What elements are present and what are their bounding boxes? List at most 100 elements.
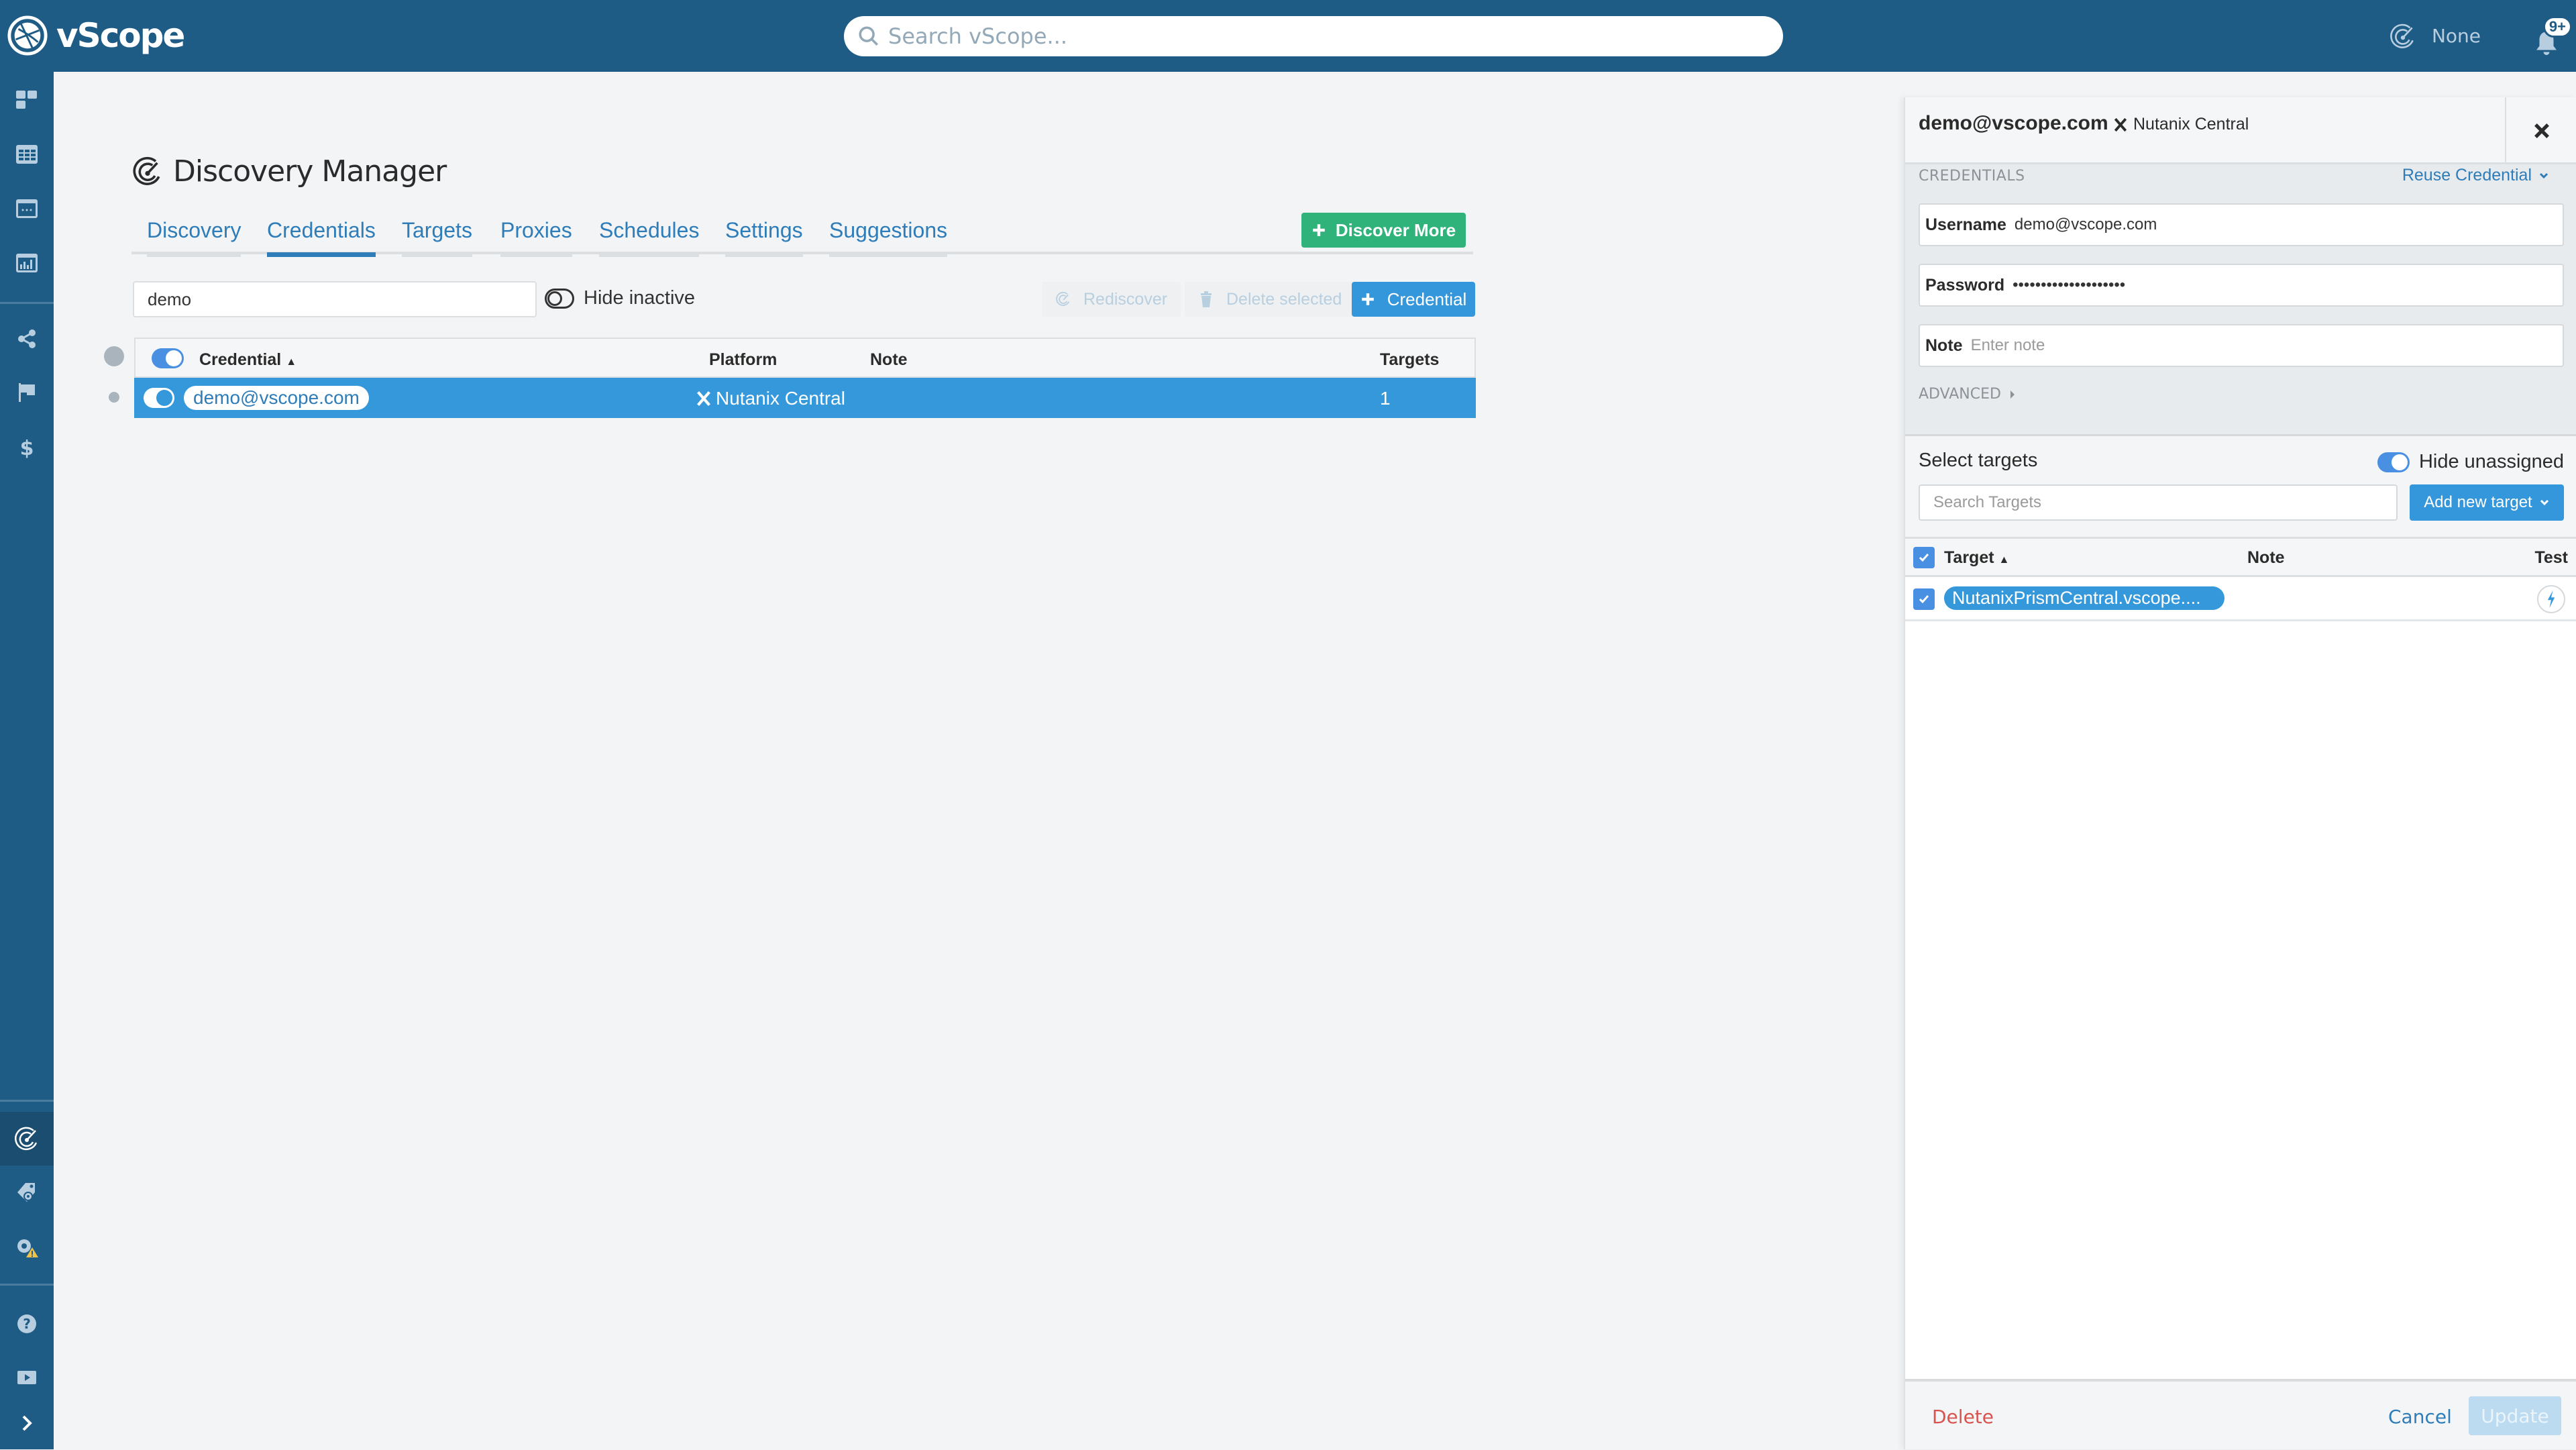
targets-section: Select targets Hide unassigned Add new t… — [1905, 434, 2576, 1379]
hide-inactive-toggle[interactable]: Hide inactive — [545, 287, 695, 309]
target-checkbox[interactable] — [1913, 588, 1935, 610]
tab-schedules[interactable]: Schedules — [599, 218, 700, 257]
global-search[interactable] — [844, 16, 1783, 56]
tab-settings[interactable]: Settings — [725, 218, 803, 257]
row-indicator[interactable] — [109, 392, 119, 403]
sidebar-expand-button[interactable] — [0, 1396, 54, 1450]
column-header-note[interactable]: Note — [870, 350, 908, 370]
advanced-toggle[interactable]: ADVANCED — [1919, 386, 2016, 403]
credentials-table: Credential ▲ Platform Note Targets demo@… — [134, 338, 1476, 418]
hide-unassigned-toggle[interactable]: Hide unassigned — [2377, 451, 2564, 473]
column-header-targets[interactable]: Targets — [1380, 350, 1439, 370]
column-header-target[interactable]: Target ▲ — [1944, 548, 2009, 568]
rediscover-label: Rediscover — [1083, 289, 1168, 309]
hide-unassigned-label: Hide unassigned — [2418, 451, 2564, 472]
column-header-note[interactable]: Note — [2247, 548, 2285, 568]
panel-title: demo@vscope.com — [1919, 112, 2108, 134]
sort-asc-icon: ▲ — [1998, 554, 2010, 566]
check-icon — [1919, 595, 1929, 604]
select-all-targets-checkbox[interactable] — [1913, 547, 1935, 568]
reuse-credential-dropdown[interactable]: Reuse Credential — [2402, 166, 2549, 185]
sidebar-item-flags[interactable] — [0, 366, 54, 419]
sidebar-item-tag-settings[interactable] — [0, 1166, 54, 1219]
sidebar-item-discovery[interactable] — [0, 1112, 54, 1166]
tab-suggestions[interactable]: Suggestions — [829, 218, 948, 257]
row-platform: Nutanix Central — [696, 388, 845, 409]
close-panel-button[interactable] — [2505, 97, 2576, 164]
table-row[interactable]: demo@vscope.com Nutanix Central 1 — [134, 378, 1476, 418]
nutanix-icon — [697, 391, 710, 406]
sidebar-item-share[interactable] — [0, 312, 54, 366]
tab-proxies[interactable]: Proxies — [500, 218, 572, 257]
svg-text:?: ? — [23, 1316, 31, 1332]
credential-filter-input[interactable] — [133, 281, 537, 317]
update-button[interactable]: Update — [2469, 1396, 2561, 1435]
username-field[interactable]: Username — [1919, 203, 2564, 246]
password-field[interactable]: Password — [1919, 264, 2564, 307]
sidebar: $ ? — [0, 72, 54, 1449]
plus-icon — [1313, 224, 1325, 236]
vscope-logo[interactable]: vScope — [7, 15, 185, 56]
select-all-indicator[interactable] — [104, 346, 124, 366]
rediscover-button[interactable]: Rediscover — [1042, 282, 1181, 317]
add-new-target-label: Add new target — [2424, 493, 2532, 511]
target-name[interactable]: NutanixPrismCentral.vscope.... — [1944, 586, 2224, 610]
delete-selected-button[interactable]: Delete selected — [1185, 282, 1356, 317]
toggle-switch[interactable] — [545, 288, 574, 309]
password-input[interactable] — [2012, 276, 2563, 295]
notifications-button[interactable]: 9+ — [2534, 15, 2572, 56]
row-targets-count: 1 — [1380, 388, 1391, 409]
chevron-down-icon — [2539, 172, 2548, 178]
sidebar-item-tables[interactable] — [0, 127, 54, 181]
page-title: Discovery Manager — [131, 154, 447, 189]
discover-more-button[interactable]: Discover More — [1301, 213, 1466, 248]
sidebar-item-settings-warning[interactable] — [0, 1221, 54, 1274]
tab-targets[interactable]: Targets — [402, 218, 472, 257]
sidebar-item-reports[interactable] — [0, 236, 54, 290]
scope-label: None — [2431, 25, 2481, 47]
chevron-down-icon — [2540, 499, 2548, 506]
select-targets-label: Select targets — [1919, 450, 2038, 471]
sidebar-item-dashboards[interactable] — [0, 73, 54, 127]
hide-inactive-label: Hide inactive — [584, 287, 696, 309]
delete-credential-button[interactable]: Delete — [1932, 1406, 1994, 1428]
column-label: Credential — [199, 350, 282, 369]
plus-icon — [1361, 293, 1374, 305]
column-header-credential[interactable]: Credential ▲ — [199, 350, 297, 370]
row-active-toggle[interactable] — [144, 388, 174, 408]
add-new-target-button[interactable]: Add new target — [2410, 484, 2564, 521]
app-name: vScope — [56, 16, 185, 55]
tag-gear-icon — [17, 1183, 35, 1202]
share-icon — [18, 329, 36, 348]
lightning-icon — [2547, 590, 2555, 608]
tab-discovery[interactable]: Discovery — [147, 218, 241, 257]
window-dots-icon — [16, 199, 38, 218]
credential-name[interactable]: demo@vscope.com — [184, 386, 369, 410]
bar-chart-window-icon — [16, 254, 38, 272]
note-input[interactable] — [1970, 336, 2563, 355]
add-credential-button[interactable]: Credential — [1352, 282, 1475, 317]
global-search-input[interactable] — [888, 23, 1760, 49]
username-input[interactable] — [2014, 215, 2563, 234]
sidebar-divider — [0, 1284, 54, 1286]
sidebar-item-cost[interactable]: $ — [0, 421, 54, 474]
column-label: Target — [1944, 548, 1994, 567]
tab-credentials[interactable]: Credentials — [267, 218, 376, 257]
sidebar-item-apps[interactable] — [0, 182, 54, 236]
column-header-platform[interactable]: Platform — [709, 350, 777, 370]
toggle-switch[interactable] — [2377, 452, 2410, 472]
search-targets-input[interactable] — [1919, 484, 2398, 521]
sidebar-divider — [0, 1100, 54, 1102]
check-icon — [1919, 554, 1929, 562]
gear-warning-icon — [17, 1239, 38, 1257]
scope-selector[interactable]: None — [2389, 22, 2481, 50]
toggle-all-switch[interactable] — [152, 348, 184, 368]
test-connection-button[interactable] — [2537, 585, 2565, 613]
note-field[interactable]: Note — [1919, 324, 2564, 367]
table-header: Credential ▲ Platform Note Targets — [134, 338, 1476, 378]
target-row[interactable]: NutanixPrismCentral.vscope.... — [1905, 577, 2576, 621]
question-icon: ? — [17, 1314, 36, 1333]
sidebar-item-help[interactable]: ? — [0, 1297, 54, 1351]
note-label: Note — [1925, 335, 1963, 355]
cancel-button[interactable]: Cancel — [2388, 1406, 2452, 1428]
